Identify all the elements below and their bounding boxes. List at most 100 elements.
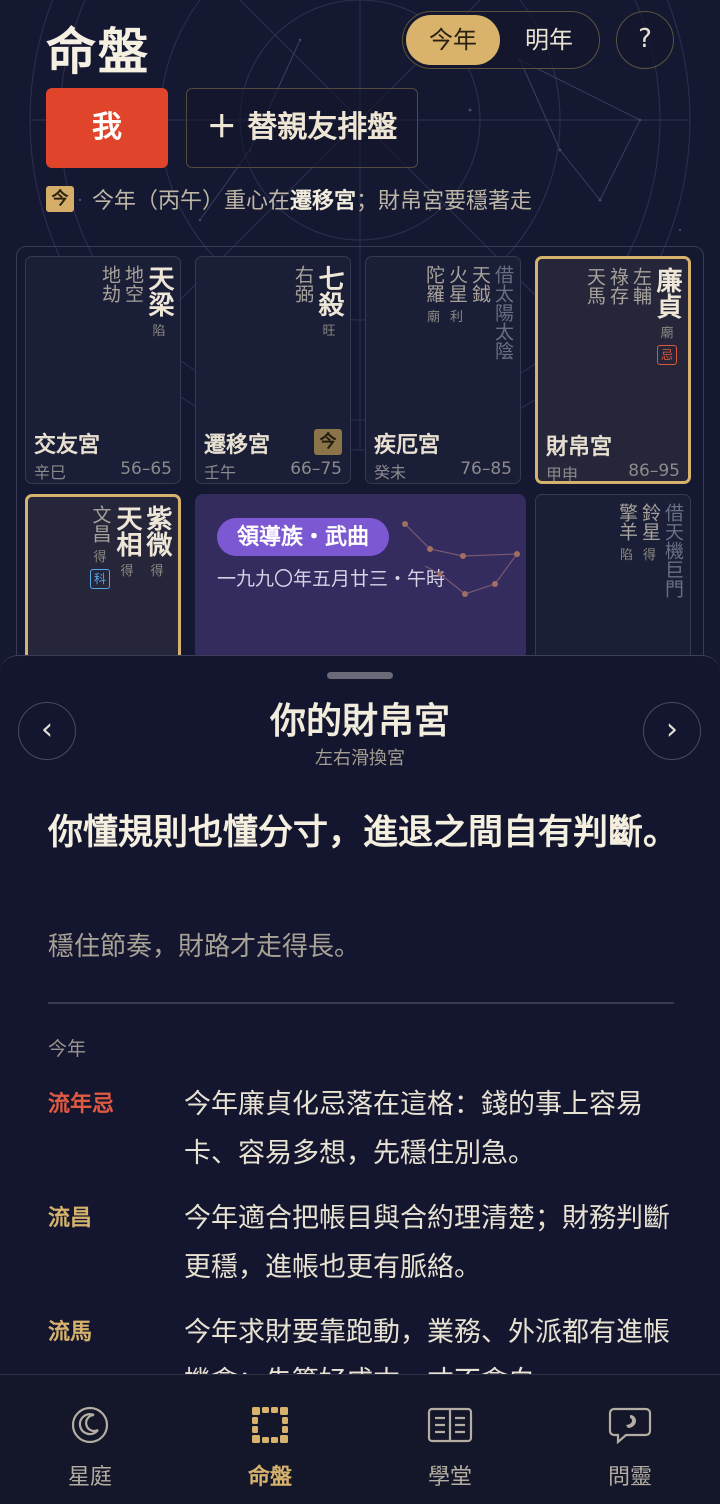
star-brightness: 得 (120, 564, 134, 579)
star-brightness: 廟 (426, 310, 440, 325)
palace-detail-sheet[interactable]: ‹ › 你的財帛宮 左右滑換宮 你懂規則也懂分寸，進退之間自有判斷。 穩住節奏，… (0, 655, 720, 1375)
star-column: 陀羅廟 (423, 265, 445, 360)
year-option-this-year[interactable]: 今年 (406, 15, 500, 65)
star-name: 地劫 (99, 265, 121, 303)
nav-label: 命盤 (247, 1465, 292, 1490)
transformation-badge: 忌 (657, 345, 677, 365)
star-name: 借太陽太陰 (492, 265, 514, 360)
moon-icon (71, 1406, 109, 1444)
palace-headline: 你懂規則也懂分寸，進退之間自有判斷。 (48, 812, 679, 853)
nav-label: 星庭 (67, 1465, 112, 1490)
star-column: 天馬 (584, 267, 606, 365)
chart-grid-icon (252, 1407, 288, 1443)
palace-stem-branch: 辛巳 (34, 463, 67, 482)
palace-subline: 穩住節奏，財路才走得長。 (48, 932, 361, 962)
influence-label: 流昌 (48, 1205, 93, 1231)
star-brightness: 廟 (660, 326, 674, 341)
nav-item-star-court[interactable]: 星庭 (30, 1405, 150, 1491)
star-column: 右弼 (292, 265, 314, 339)
nav-item-chart[interactable]: 命盤 (210, 1405, 330, 1491)
star-column: 七殺旺 (314, 265, 344, 339)
nav-label: 學堂 (427, 1465, 472, 1490)
star-column: 火星利 (446, 265, 468, 360)
palace-name: 財帛宮 (546, 434, 613, 460)
star-name: 借天機巨門 (662, 503, 684, 598)
star-column: 天梁陷 (144, 265, 174, 339)
palace-age-range: 86–95 (628, 461, 680, 481)
star-column: 借天機巨門 (662, 503, 684, 598)
star-name: 陀羅 (423, 265, 445, 303)
palace-age-range: 56–65 (120, 459, 172, 479)
palace-cell[interactable]: 借天機巨門 鈴星得擎羊陷 (535, 494, 691, 664)
palace-cell[interactable]: 天梁陷地空 地劫 交友宮 辛巳 56–65 (25, 256, 181, 484)
influence-text: 今年求財要靠跑動，業務、外派都有進帳機會；先算好成本，才不會白 (184, 1317, 670, 1375)
this-year-badge: 今 (46, 186, 74, 212)
star-name: 右弼 (292, 265, 314, 303)
palace-cell[interactable]: 紫微得天相得文昌得科 (25, 494, 181, 664)
palace-cell[interactable]: 七殺旺右弼 遷移宮 壬午 66–75 今 (195, 256, 351, 484)
star-name: 擎羊 (616, 503, 638, 541)
star-column: 鈴星得 (639, 503, 661, 598)
year-section-label: 今年 (48, 1038, 87, 1060)
star-column: 天相得 (112, 505, 142, 589)
star-column: 地劫 (99, 265, 121, 339)
influence-text: 今年廉貞化忌落在這格：錢的事上容易卡、容易多想，先穩住別急。 (184, 1089, 643, 1169)
star-name: 天鉞 (469, 265, 491, 303)
nav-item-ask-spirit[interactable]: 問靈 (570, 1405, 690, 1491)
star-brightness: 得 (150, 564, 164, 579)
star-name: 火星 (446, 265, 468, 303)
year-option-next-year[interactable]: 明年 (502, 15, 596, 65)
star-column: 文昌得科 (89, 505, 112, 589)
star-column: 天鉞 (469, 265, 491, 360)
star-name: 紫微 (142, 505, 172, 557)
nav-item-academy[interactable]: 學堂 (390, 1405, 510, 1491)
bottom-navigation: 星庭 命盤 學堂 問靈 (0, 1374, 720, 1504)
star-name: 地空 (122, 265, 144, 303)
influence-label: 流馬 (48, 1319, 93, 1345)
star-brightness: 得 (642, 548, 656, 563)
palace-age-range: 76–85 (460, 459, 512, 479)
star-name: 天梁 (144, 265, 174, 317)
star-name: 天馬 (584, 267, 606, 305)
page-title: 命盤 (46, 22, 150, 81)
year-focus-line: 今 今年（丙午）重心在遷移宮；財帛宮要穩著走 (46, 184, 532, 214)
sheet-drag-handle[interactable] (327, 672, 393, 679)
friend-chart-button[interactable]: ＋ 替親友排盤 (186, 88, 418, 168)
divider (48, 1002, 674, 1004)
palace-name: 交友宮 (34, 432, 101, 458)
star-brightness: 旺 (322, 324, 336, 339)
this-year-badge: 今 (314, 429, 342, 455)
star-name: 廉貞 (652, 267, 682, 319)
palace-stem-branch: 壬午 (204, 463, 237, 482)
year-toggle[interactable]: 今年 明年 (402, 11, 600, 69)
star-column: 地空 (122, 265, 144, 339)
sheet-title: 你的財帛宮 (269, 700, 450, 742)
star-name: 天相 (112, 505, 142, 557)
my-chart-button[interactable]: 我 (46, 88, 168, 168)
star-name: 七殺 (314, 265, 344, 317)
palace-cell[interactable]: 借太陽太陰 天鉞 火星利陀羅廟疾厄宮癸未 76–85 (365, 256, 521, 484)
palace-age-range: 66–75 (290, 459, 342, 479)
star-brightness: 利 (449, 310, 463, 325)
palace-stem-branch: 癸未 (374, 463, 407, 482)
palace-name: 疾厄宮 (374, 432, 441, 458)
star-brightness: 陷 (152, 324, 166, 339)
palace-cell[interactable]: 廉貞廟忌左輔 祿存 天馬 財帛宮 甲申 86–95 (535, 256, 691, 484)
star-column: 祿存 (607, 267, 629, 365)
star-column: 紫微得 (142, 505, 172, 589)
chat-icon (608, 1407, 652, 1445)
transformation-badge: 科 (90, 569, 110, 589)
star-column: 廉貞廟忌 (652, 267, 682, 365)
focus-suffix: ；財帛宮要穩著走 (356, 189, 533, 214)
help-button[interactable]: ? (616, 11, 674, 69)
book-icon (427, 1407, 473, 1443)
palace-stem-branch: 甲申 (546, 465, 579, 484)
palace-name: 遷移宮 (204, 432, 271, 458)
influence-label: 流年忌 (48, 1091, 115, 1117)
star-name: 文昌 (89, 505, 112, 543)
star-name: 左輔 (630, 267, 652, 305)
nav-label: 問靈 (607, 1465, 652, 1490)
influence-text: 今年適合把帳目與合約理清楚；財務判斷更穩，進帳也更有脈絡。 (184, 1203, 670, 1283)
focus-prefix: 今年（丙午）重心在 (92, 189, 291, 214)
focus-palace: 遷移宮 (290, 189, 357, 214)
